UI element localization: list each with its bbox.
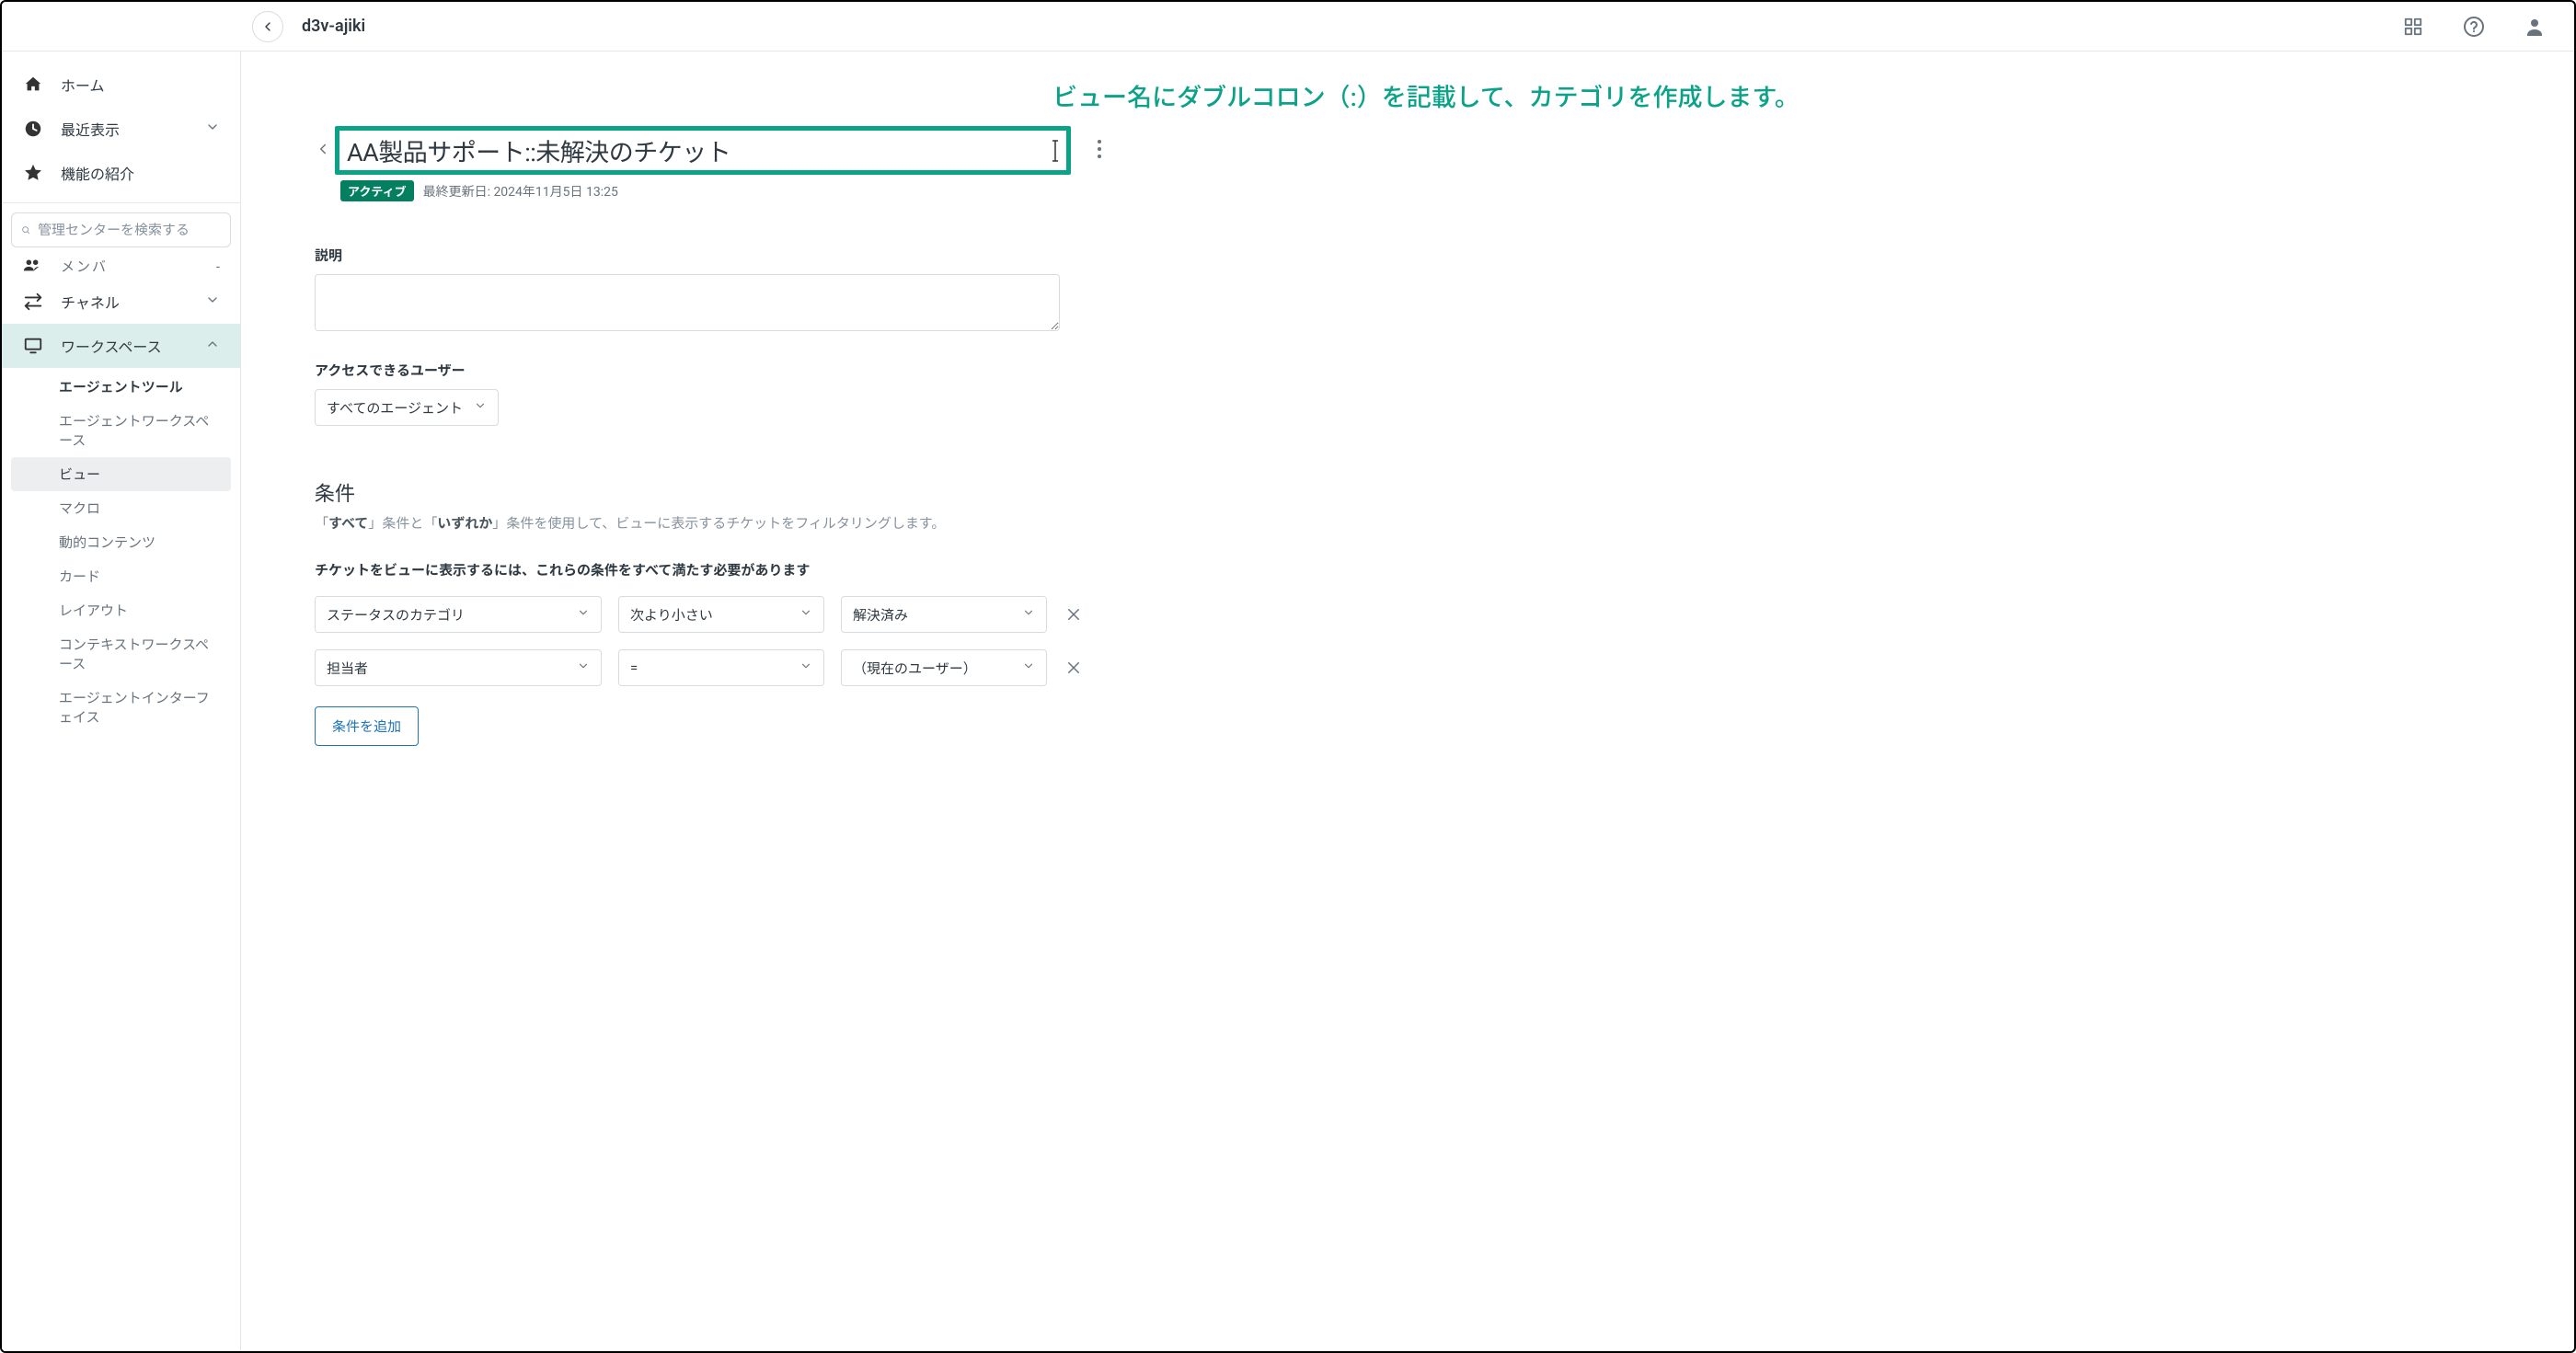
back-chevron[interactable] [315, 141, 331, 161]
search-icon [21, 222, 30, 238]
sidebar-item-workspace[interactable]: ワークスペース [2, 324, 240, 368]
back-button[interactable] [252, 11, 283, 42]
description-input[interactable] [315, 274, 1060, 331]
chevron-down-icon [577, 659, 590, 676]
overflow-menu-button[interactable] [1097, 139, 1102, 163]
condition-row: 担当者 = （現在のユーザー） [315, 649, 2501, 686]
conditions-required-label: チケットをビューに表示するには、これらの条件をすべて満たす必要があります [315, 560, 2501, 579]
sidebar-item-label: 最近表示 [61, 118, 120, 140]
help-icon [2463, 16, 2485, 38]
view-title-input[interactable]: AA製品サポート::未解決のチケット [335, 126, 1071, 175]
text-caret-icon [1052, 139, 1059, 163]
instance-name: d3v-ajiki [302, 17, 365, 36]
sidebar-sub-macros[interactable]: マクロ [2, 491, 240, 525]
condition-field-select[interactable]: ステータスのカテゴリ [315, 596, 602, 633]
description-label: 説明 [315, 246, 2501, 265]
condition-op-select[interactable]: 次より小さい [618, 596, 824, 633]
chevron-down-icon [577, 606, 590, 623]
condition-op-select[interactable]: = [618, 649, 824, 686]
remove-condition-button[interactable] [1064, 604, 1084, 625]
clock-icon [22, 118, 44, 140]
search-input[interactable] [38, 222, 221, 238]
sidebar-item-home[interactable]: ホーム [2, 63, 240, 107]
view-title-text: AA製品サポート::未解決のチケット [347, 132, 1052, 168]
members-icon [22, 258, 44, 275]
status-badge: アクティブ [340, 180, 414, 201]
annotation-text: ビュー名にダブルコロン（:）を記載して、カテゴリを作成します。 [351, 77, 2501, 113]
monitor-icon [22, 335, 44, 357]
conditions-title: 条件 [315, 477, 2501, 507]
chevron-down-icon [1022, 659, 1035, 676]
conditions-subtitle: 「すべて」条件と「いずれか」条件を使用して、ビューに表示するチケットをフィルタリ… [315, 512, 2501, 534]
close-icon [1065, 606, 1082, 623]
sidebar-sub-layouts[interactable]: レイアウト [2, 593, 240, 627]
close-icon [1065, 659, 1082, 676]
sidebar-item-label: ワークスペース [61, 335, 162, 357]
star-icon [22, 162, 44, 184]
kebab-icon [1097, 139, 1102, 159]
access-select[interactable]: すべてのエージェント [315, 389, 499, 426]
access-label: アクセスできるユーザー [315, 361, 2501, 380]
search-input-wrap[interactable] [11, 212, 231, 247]
sidebar-sub-context-ws[interactable]: コンテキストワークスペース [2, 627, 240, 681]
chevron-down-icon [474, 399, 487, 416]
apps-icon [2403, 17, 2423, 37]
sidebar-item-partial[interactable]: メンバ - [2, 257, 240, 280]
sidebar-sub-cards[interactable]: カード [2, 559, 240, 593]
chevron-down-icon [799, 606, 812, 623]
channels-icon [22, 291, 44, 313]
sidebar-item-label: ホーム [61, 74, 105, 96]
sidebar-sub-dynamic[interactable]: 動的コンテンツ [2, 525, 240, 559]
apps-button[interactable] [2401, 15, 2425, 39]
condition-value-select[interactable]: （現在のユーザー） [841, 649, 1047, 686]
help-button[interactable] [2462, 15, 2486, 39]
sidebar-sub-agent-if[interactable]: エージェントインターフェイス [2, 681, 240, 734]
sidebar: ホーム 最近表示 機能の紹介 [2, 52, 241, 1351]
home-icon [22, 74, 44, 96]
sidebar-item-recent[interactable]: 最近表示 [2, 107, 240, 151]
add-condition-button[interactable]: 条件を追加 [315, 706, 419, 746]
condition-field-select[interactable]: 担当者 [315, 649, 602, 686]
chevron-down-icon [1022, 606, 1035, 623]
sidebar-subtitle: エージェントツール [2, 370, 240, 404]
chevron-left-icon [315, 141, 331, 157]
chevron-left-icon [260, 19, 275, 34]
main-content: ビュー名にダブルコロン（:）を記載して、カテゴリを作成します。 AA製品サポート… [241, 52, 2574, 1351]
topbar: d3v-ajiki [2, 2, 2574, 52]
sidebar-item-label: 機能の紹介 [61, 162, 134, 184]
chevron-up-icon [205, 337, 220, 355]
condition-row: ステータスのカテゴリ 次より小さい 解決済み [315, 596, 2501, 633]
sidebar-sub-workspace[interactable]: エージェントワークスペース [2, 404, 240, 457]
sidebar-item-label: チャネル [61, 291, 120, 313]
chevron-down-icon [205, 292, 220, 311]
chevron-down-icon [205, 120, 220, 138]
updated-text: 最終更新日: 2024年11月5日 13:25 [423, 182, 618, 201]
condition-value-select[interactable]: 解決済み [841, 596, 1047, 633]
profile-button[interactable] [2523, 15, 2547, 39]
sidebar-sub-views[interactable]: ビュー [11, 457, 231, 491]
access-select-value: すべてのエージェント [327, 398, 463, 418]
user-icon [2524, 16, 2546, 38]
sidebar-item-channels[interactable]: チャネル [2, 280, 240, 324]
remove-condition-button[interactable] [1064, 658, 1084, 678]
chevron-down-icon [799, 659, 812, 676]
sidebar-item-features[interactable]: 機能の紹介 [2, 151, 240, 195]
